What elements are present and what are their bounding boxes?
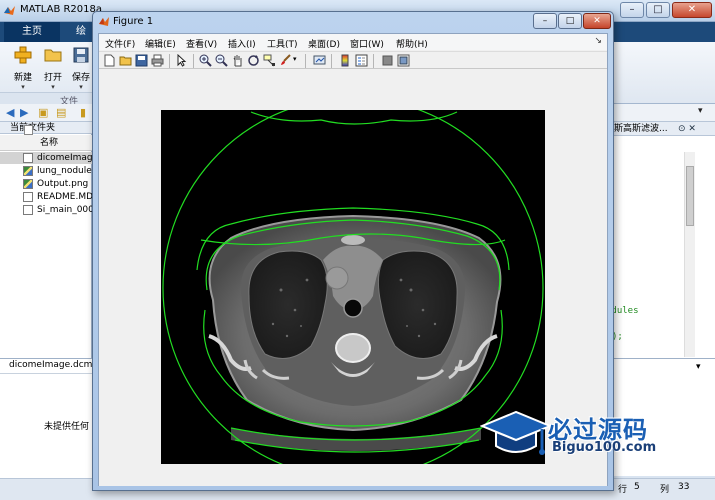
status-row-label: 行 xyxy=(618,485,628,495)
figure-matlab-icon xyxy=(99,17,109,26)
toolbar-separator xyxy=(169,54,170,68)
zoom-in-icon[interactable] xyxy=(199,54,212,67)
save-icon[interactable] xyxy=(135,54,148,67)
ct-sternum xyxy=(341,235,365,245)
details-file-title: dicomeImage.dcm xyxy=(9,360,93,370)
watermark-url: Biguo100.com xyxy=(552,440,657,455)
new-button[interactable]: 新建 ▾ xyxy=(8,46,38,91)
tab-plots[interactable]: 绘 xyxy=(70,22,92,42)
status-col-label: 列 xyxy=(660,485,670,495)
figure-title: Figure 1 xyxy=(113,16,154,27)
file-list-item[interactable]: dicomeImage xyxy=(0,152,92,164)
brush-dropdown-icon[interactable]: ▾ xyxy=(293,55,297,63)
details-message: 未提供任何 xyxy=(44,422,90,432)
pan-icon[interactable] xyxy=(231,54,244,67)
toolbar-separator xyxy=(193,54,194,68)
up-folder-icon[interactable]: ▣ xyxy=(38,106,48,119)
menu-tools[interactable]: 工具(T) xyxy=(267,37,298,50)
dock-arrow-icon[interactable]: ↘ xyxy=(594,36,602,46)
toolbar-separator xyxy=(305,54,306,68)
ct-aorta xyxy=(325,266,349,290)
ct-trachea xyxy=(343,298,363,318)
editor-scrollbar-thumb[interactable] xyxy=(686,166,694,226)
matlab-logo-icon xyxy=(4,6,15,15)
menu-edit[interactable]: 编辑(E) xyxy=(145,37,176,50)
current-folder-header: 当前文件夹 xyxy=(0,122,92,134)
menu-window[interactable]: 窗口(W) xyxy=(350,37,384,50)
figure-minimize-button[interactable]: – xyxy=(533,13,557,29)
tab-home[interactable]: 主页 xyxy=(4,22,60,42)
zoom-out-icon[interactable] xyxy=(215,54,228,67)
menu-file[interactable]: 文件(F) xyxy=(105,37,135,50)
document-file-icon xyxy=(23,153,33,163)
open-button[interactable]: 打开 ▾ xyxy=(38,46,68,91)
image-file-icon xyxy=(23,166,33,176)
menu-view[interactable]: 查看(V) xyxy=(186,37,217,50)
menu-help[interactable]: 帮助(H) xyxy=(396,37,428,50)
file-name-label: dicomeImage xyxy=(37,153,92,163)
colorbar-icon[interactable] xyxy=(339,54,352,67)
name-column-header[interactable]: 名称 xyxy=(0,135,92,151)
image-file-icon xyxy=(23,179,33,189)
menu-desktop[interactable]: 桌面(D) xyxy=(308,37,340,50)
matlab-close-button[interactable]: ✕ xyxy=(672,2,712,18)
open-file-icon[interactable] xyxy=(119,54,132,67)
status-row-value: 5 xyxy=(634,482,640,492)
data-cursor-icon[interactable] xyxy=(263,54,276,67)
menu-insert[interactable]: 插入(I) xyxy=(228,37,256,50)
toolbar-separator xyxy=(331,54,332,68)
matlab-maximize-button[interactable]: □ xyxy=(646,2,670,18)
watermark: 必过源码 Biguo100.com xyxy=(480,404,680,464)
document-file-icon xyxy=(23,205,33,215)
file-name-label: README.MD xyxy=(37,192,92,202)
panel-menu-icon[interactable]: ▾ xyxy=(696,362,701,372)
details-divider xyxy=(0,373,92,374)
folder-open-icon xyxy=(44,49,62,62)
chevron-down-icon: ▾ xyxy=(51,83,55,91)
file-name-label: Output.png xyxy=(37,179,89,189)
back-arrow-icon[interactable]: ◀ xyxy=(6,106,14,119)
status-col-value: 33 xyxy=(678,482,690,492)
figure-maximize-button[interactable]: □ xyxy=(558,13,582,29)
ribbon-group-footer xyxy=(0,92,92,104)
figure-toolbar: ▾ xyxy=(99,51,607,69)
editor-panel xyxy=(612,136,715,358)
figure-menubar: 文件(F) 编辑(E) 查看(V) 插入(I) 工具(T) 桌面(D) 窗口(W… xyxy=(99,34,607,50)
path-dropdown-icon[interactable]: ▾ xyxy=(698,106,703,116)
current-folder-panel: 当前文件夹 名称 dicomeImage lung_nodules Output.p… xyxy=(0,122,92,358)
legend-icon[interactable] xyxy=(355,54,368,67)
file-name-label: lung_nodules xyxy=(37,166,92,176)
rotate-icon[interactable] xyxy=(247,54,260,67)
brush-icon[interactable] xyxy=(279,54,292,67)
file-name-label: Si_main_0001 xyxy=(37,205,92,215)
pointer-icon[interactable] xyxy=(175,54,188,67)
figure-titlebar[interactable]: Figure 1 – □ ✕ xyxy=(93,12,613,32)
column-header-doc-icon xyxy=(24,125,33,135)
editor-tab-header[interactable]: 斯高斯滤波... xyxy=(612,122,715,136)
save-disk-icon xyxy=(73,47,89,63)
folder-path-icon[interactable]: ▮ xyxy=(80,106,86,119)
file-list-item[interactable]: lung_nodules xyxy=(0,165,92,177)
file-list-item[interactable]: Output.png xyxy=(0,178,92,190)
panel-actions-icon[interactable]: ⊙ ✕ xyxy=(678,124,696,134)
document-file-icon xyxy=(23,192,33,202)
editor-scrollbar[interactable] xyxy=(684,152,695,357)
link-icon[interactable] xyxy=(313,54,326,67)
file-list-item[interactable]: README.MD xyxy=(0,191,92,203)
matlab-minimize-button[interactable]: – xyxy=(620,2,644,18)
forward-arrow-icon[interactable]: ▶ xyxy=(20,106,28,119)
file-list-item[interactable]: Si_main_0001 xyxy=(0,204,92,216)
show-plot-tools-icon[interactable] xyxy=(397,54,410,67)
graduation-cap-logo-icon xyxy=(480,410,552,455)
browse-folder-icon[interactable]: ▤ xyxy=(56,106,66,119)
figure-close-button[interactable]: ✕ xyxy=(583,13,611,29)
toolbar-separator xyxy=(373,54,374,68)
ct-vertebra xyxy=(335,333,371,363)
new-plus-icon xyxy=(14,46,32,64)
hide-plot-tools-icon[interactable] xyxy=(381,54,394,67)
chevron-down-icon: ▾ xyxy=(21,83,25,91)
new-figure-icon[interactable] xyxy=(103,54,116,67)
matlab-window-title: MATLAB R2018a xyxy=(20,4,103,15)
print-icon[interactable] xyxy=(151,54,164,67)
